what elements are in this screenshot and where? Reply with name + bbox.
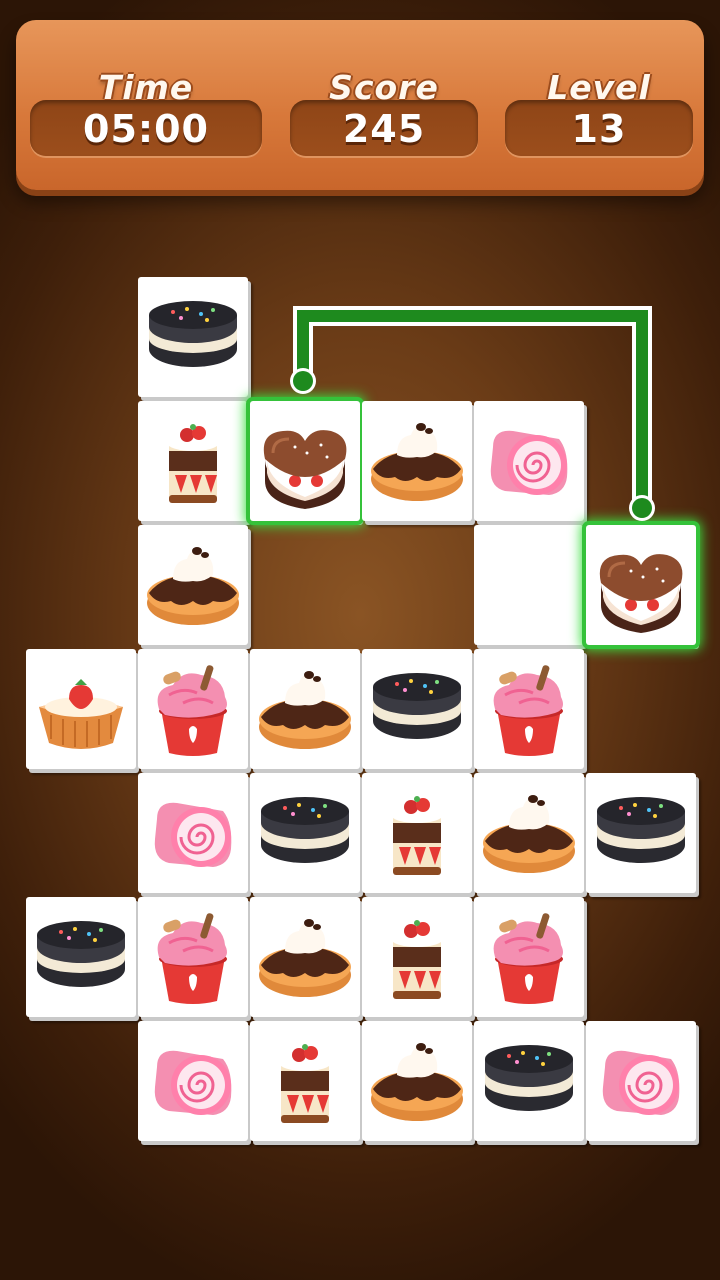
- tile-oreo-sandwich[interactable]: [138, 277, 248, 397]
- cream-donut-icon: [147, 547, 239, 625]
- oreo-sandwich-icon: [485, 1045, 573, 1111]
- strawberry-ice-cream-cup-icon: [157, 913, 227, 1004]
- oreo-sandwich-icon: [373, 673, 461, 739]
- tile-strawberry-ice-cream-cup[interactable]: [474, 897, 584, 1017]
- tile-chocolate-heart-cake[interactable]: [250, 401, 360, 521]
- tile-oreo-sandwich[interactable]: [474, 1021, 584, 1141]
- tile-pink-swiss-roll[interactable]: [474, 401, 584, 521]
- pink-swiss-roll-icon: [602, 1050, 680, 1115]
- tile-strawberry-layer-cake[interactable]: [362, 773, 472, 893]
- strawberry-tart-icon: [39, 679, 123, 749]
- tile-cream-donut[interactable]: [362, 1021, 472, 1141]
- tile-cream-donut[interactable]: [138, 525, 248, 645]
- pink-swiss-roll-icon: [154, 1050, 232, 1115]
- strawberry-ice-cream-cup-icon: [157, 665, 227, 756]
- tile-oreo-sandwich[interactable]: [586, 773, 696, 893]
- tile-oreo-sandwich[interactable]: [362, 649, 472, 769]
- tile-cream-donut[interactable]: [474, 773, 584, 893]
- strawberry-layer-cake-icon: [279, 1044, 331, 1123]
- cream-donut-icon: [259, 919, 351, 997]
- tile-cream-donut[interactable]: [250, 897, 360, 1017]
- cream-donut-icon: [259, 671, 351, 749]
- oreo-sandwich-icon: [149, 301, 237, 367]
- tile-oreo-sandwich[interactable]: [250, 773, 360, 893]
- tile-strawberry-ice-cream-cup[interactable]: [138, 649, 248, 769]
- chocolate-heart-cake-icon: [263, 430, 347, 509]
- strawberry-ice-cream-cup-icon: [493, 665, 563, 756]
- tile-strawberry-ice-cream-cup[interactable]: [474, 649, 584, 769]
- tile-chocolate-heart-cake[interactable]: [586, 525, 696, 645]
- tile-strawberry-tart[interactable]: [26, 649, 136, 769]
- chocolate-heart-cake-icon: [599, 554, 683, 633]
- oreo-sandwich-icon: [597, 797, 685, 863]
- tile-cream-donut[interactable]: [362, 401, 472, 521]
- cream-donut-icon: [371, 1043, 463, 1121]
- pink-swiss-roll-icon: [154, 802, 232, 867]
- pink-swiss-roll-icon: [490, 430, 568, 495]
- tile-strawberry-layer-cake[interactable]: [138, 401, 248, 521]
- tile-strawberry-ice-cream-cup[interactable]: [138, 897, 248, 1017]
- strawberry-layer-cake-icon: [391, 796, 443, 875]
- cream-donut-icon: [371, 423, 463, 501]
- empty-tile[interactable]: [474, 525, 584, 645]
- oreo-sandwich-icon: [37, 921, 125, 987]
- strawberry-layer-cake-icon: [167, 424, 219, 503]
- tile-pink-swiss-roll[interactable]: [586, 1021, 696, 1141]
- tile-oreo-sandwich[interactable]: [26, 897, 136, 1017]
- oreo-sandwich-icon: [261, 797, 349, 863]
- game-board: [0, 0, 720, 1280]
- tile-pink-swiss-roll[interactable]: [138, 1021, 248, 1141]
- cream-donut-icon: [483, 795, 575, 873]
- tile-pink-swiss-roll[interactable]: [138, 773, 248, 893]
- tile-strawberry-layer-cake[interactable]: [250, 1021, 360, 1141]
- tile-strawberry-layer-cake[interactable]: [362, 897, 472, 1017]
- strawberry-layer-cake-icon: [391, 920, 443, 999]
- tile-cream-donut[interactable]: [250, 649, 360, 769]
- strawberry-ice-cream-cup-icon: [493, 913, 563, 1004]
